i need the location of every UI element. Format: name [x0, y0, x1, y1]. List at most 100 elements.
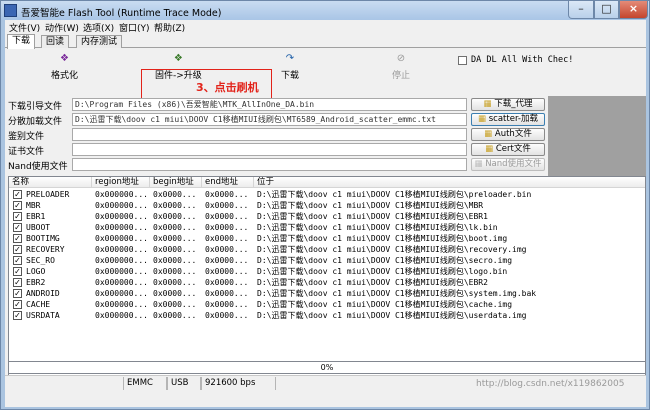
side-panel: [548, 96, 646, 176]
stop-label: 停止: [392, 71, 411, 81]
table-row[interactable]: ✓ RECOVERY 0x000000... 0x0000... 0x0000... D:…: [9, 244, 645, 255]
row-checkbox[interactable]: ✓: [13, 278, 22, 287]
table-row[interactable]: ✓ LOGO 0x000000... 0x0000... 0x0000... D:\迅雷下…: [9, 266, 645, 277]
upgrade-icon: ❖: [173, 53, 183, 64]
row-checkbox[interactable]: ✓: [13, 300, 22, 309]
table-row[interactable]: ✓ MBR 0x000000... 0x0000... 0x0000... D:\迅雷下载…: [9, 200, 645, 211]
cell-name: MBR: [26, 201, 41, 210]
row-checkbox[interactable]: ✓: [13, 289, 22, 298]
table-header: 名称 region地址 begin地址 end地址 位于: [9, 177, 645, 188]
table-row[interactable]: ✓ CACHE 0x000000... 0x0000... 0x0000... D:\迅雷…: [9, 299, 645, 310]
auth-file-button[interactable]: ▦ Auth文件: [471, 128, 545, 141]
stop-button[interactable]: ⊘ 停止: [392, 53, 410, 81]
menu-file[interactable]: 文件(V): [9, 21, 40, 34]
close-button[interactable]: ×: [619, 1, 648, 19]
cell-end: 0x0000...: [205, 256, 249, 265]
menu-help[interactable]: 帮助(Z): [154, 21, 185, 34]
cell-region: 0x000000...: [95, 190, 148, 199]
format-button[interactable]: ❖ 格式化: [51, 53, 78, 81]
auth-file-label: 鉴别文件: [8, 132, 45, 142]
maximize-button[interactable]: □: [594, 1, 619, 19]
cell-name: PRELOADER: [26, 190, 70, 199]
cell-region: 0x000000...: [95, 223, 148, 232]
app-icon: [4, 4, 17, 17]
tab-memory-test[interactable]: 内存测试: [76, 35, 123, 48]
scatter-file-label: 分散加载文件: [8, 117, 63, 127]
table-row[interactable]: ✓ UBOOT 0x000000... 0x0000... 0x0000... D:\迅雷…: [9, 222, 645, 233]
menu-action[interactable]: 动作(W): [45, 21, 79, 34]
cell-region: 0x000000...: [95, 289, 148, 298]
da-file-label: 下载引导文件: [8, 102, 63, 112]
table-row[interactable]: ✓ BOOTIMG 0x000000... 0x0000... 0x0000... D:\…: [9, 233, 645, 244]
table-row[interactable]: ✓ PRELOADER 0x000000... 0x0000... 0x0000... D…: [9, 189, 645, 200]
row-checkbox[interactable]: ✓: [13, 234, 22, 243]
cell-name: SEC_RO: [26, 256, 55, 265]
table-row[interactable]: ✓ ANDROID 0x000000... 0x0000... 0x0000... D:\…: [9, 288, 645, 299]
cell-region: 0x000000...: [95, 245, 148, 254]
nand-file-label: Nand使用文件: [8, 162, 68, 172]
row-checkbox[interactable]: ✓: [13, 201, 22, 210]
auth-file-field[interactable]: [72, 128, 467, 141]
col-name[interactable]: 名称: [9, 177, 92, 188]
status-bar: EMMC USB 921600 bps http://blog.csdn.net…: [5, 375, 646, 390]
table-row[interactable]: ✓ EBR1 0x000000... 0x0000... 0x0000... D:\迅雷下…: [9, 211, 645, 222]
col-location[interactable]: 位于: [254, 177, 645, 188]
da-file-field[interactable]: D:\Program Files (x86)\吾爱智能\MTK_AllInOne…: [72, 98, 467, 111]
cell-end: 0x0000...: [205, 223, 249, 232]
menu-options[interactable]: 选项(X): [83, 21, 114, 34]
row-checkbox[interactable]: ✓: [13, 267, 22, 276]
tab-readback[interactable]: 回读: [41, 35, 70, 48]
cell-begin: 0x0000...: [153, 278, 197, 287]
table-row[interactable]: ✓ USRDATA 0x000000... 0x0000... 0x0000... D:\…: [9, 310, 645, 321]
cell-name: RECOVERY: [26, 245, 65, 254]
toolbar: ❖ 格式化 ❖ 固件->升级 ↷ 下载 ⊘ 停止 3、点击刷机 DA DL Al…: [5, 49, 646, 106]
cell-location: D:\迅雷下载\doov c1 miui\DOOV C1移植MIUI线刷包\ca…: [257, 300, 513, 309]
folder-icon: ▦: [484, 129, 493, 139]
cell-begin: 0x0000...: [153, 267, 197, 276]
cell-location: D:\迅雷下载\doov c1 miui\DOOV C1移植MIUI线刷包\sy…: [257, 289, 537, 298]
cell-region: 0x000000...: [95, 267, 148, 276]
tab-download[interactable]: 下载: [7, 34, 36, 49]
cell-begin: 0x0000...: [153, 223, 197, 232]
cell-name: BOOTIMG: [26, 234, 60, 243]
title-bar[interactable]: 吾爱智能e Flash Tool (Runtime Trace Mode) – …: [1, 1, 649, 20]
dadl-checkbox[interactable]: [458, 56, 467, 65]
scatter-file-field[interactable]: D:\迅雷下载\doov c1 miui\DOOV C1移植MIUI线刷包\MT…: [72, 113, 467, 126]
cell-end: 0x0000...: [205, 190, 249, 199]
cell-region: 0x000000...: [95, 300, 148, 309]
row-checkbox[interactable]: ✓: [13, 245, 22, 254]
cert-file-field[interactable]: [72, 143, 467, 156]
cell-location: D:\迅雷下载\doov c1 miui\DOOV C1移植MIUI线刷包\us…: [257, 311, 527, 320]
row-checkbox[interactable]: ✓: [13, 223, 22, 232]
status-storage: EMMC: [123, 377, 167, 390]
status-baud: 921600 bps: [201, 377, 276, 390]
nand-file-field[interactable]: [72, 158, 467, 171]
partition-table: 名称 region地址 begin地址 end地址 位于 ✓ PRELOADER 0…: [8, 176, 646, 378]
download-agent-button[interactable]: ▦ 下载_代理: [471, 98, 545, 111]
stop-icon: ⊘: [396, 53, 406, 64]
callout-annotation: 3、点击刷机: [196, 81, 259, 94]
row-checkbox[interactable]: ✓: [13, 311, 22, 320]
cell-end: 0x0000...: [205, 278, 249, 287]
cell-name: EBR1: [26, 212, 46, 221]
scatter-load-button[interactable]: ▦ scatter-加载: [471, 113, 545, 126]
table-row[interactable]: ✓ SEC_RO 0x000000... 0x0000... 0x0000... D:\迅…: [9, 255, 645, 266]
menu-window[interactable]: 窗口(Y): [119, 21, 150, 34]
cell-name: LOGO: [26, 267, 46, 276]
row-checkbox[interactable]: ✓: [13, 190, 22, 199]
row-checkbox[interactable]: ✓: [13, 256, 22, 265]
cell-region: 0x000000...: [95, 212, 148, 221]
download-button[interactable]: ↷ 下载: [281, 53, 299, 81]
minimize-button[interactable]: –: [568, 1, 594, 19]
cert-file-button[interactable]: ▦ Cert文件: [471, 143, 545, 156]
col-begin[interactable]: begin地址: [150, 177, 202, 188]
cell-location: D:\迅雷下载\doov c1 miui\DOOV C1移植MIUI线刷包\se…: [257, 256, 513, 265]
cell-location: D:\迅雷下载\doov c1 miui\DOOV C1移植MIUI线刷包\pr…: [257, 190, 532, 199]
col-region[interactable]: region地址: [92, 177, 150, 188]
cell-end: 0x0000...: [205, 300, 249, 309]
table-row[interactable]: ✓ EBR2 0x000000... 0x0000... 0x0000... D:\迅雷下…: [9, 277, 645, 288]
col-end[interactable]: end地址: [202, 177, 254, 188]
row-checkbox[interactable]: ✓: [13, 212, 22, 221]
format-label: 格式化: [51, 71, 79, 81]
nand-file-button[interactable]: ▦ Nand使用文件: [471, 158, 545, 171]
